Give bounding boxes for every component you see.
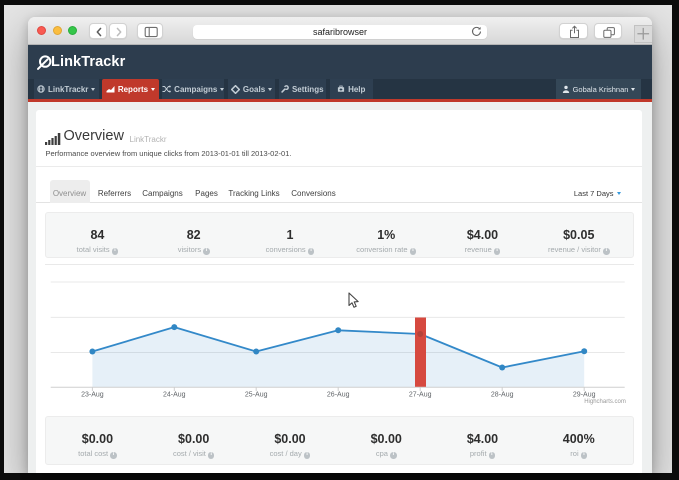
svg-text:23-Aug: 23-Aug bbox=[81, 391, 104, 398]
svg-text:27-Aug: 27-Aug bbox=[409, 391, 432, 398]
svg-text:Highcharts.com: Highcharts.com bbox=[584, 399, 626, 405]
svg-text:24-Aug: 24-Aug bbox=[163, 391, 186, 398]
svg-text:25-Aug: 25-Aug bbox=[245, 391, 268, 398]
svg-text:28-Aug: 28-Aug bbox=[491, 391, 514, 398]
svg-text:29-Aug: 29-Aug bbox=[573, 391, 596, 398]
svg-text:26-Aug: 26-Aug bbox=[327, 391, 350, 398]
